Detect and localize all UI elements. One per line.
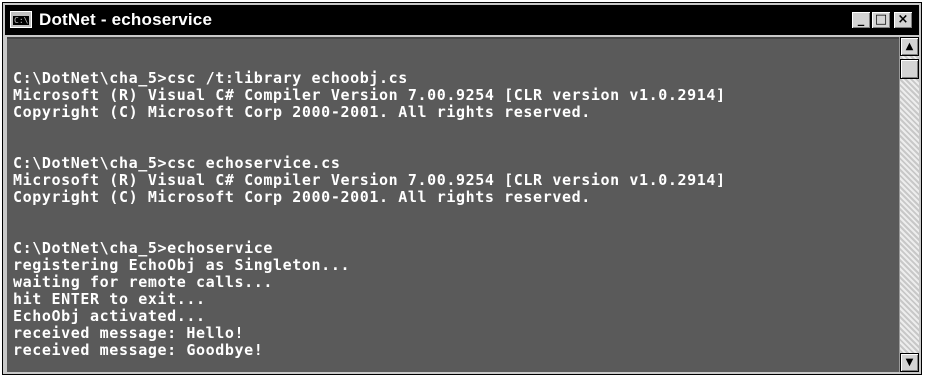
console-line: EchoObj activated... [13,307,206,325]
console-line: received message: Hello! [13,324,245,342]
close-button[interactable]: × [893,11,913,29]
vertical-scrollbar[interactable]: ▲ ▼ [899,37,919,372]
scroll-down-button[interactable]: ▼ [900,353,919,372]
console-line: waiting for remote calls... [13,273,274,291]
window-title: DotNet - echoservice [39,10,213,29]
console-line: Copyright (C) Microsoft Corp 2000-2001. … [13,188,591,206]
console-line: Copyright (C) Microsoft Corp 2000-2001. … [13,103,591,121]
console-line: C:\DotNet\cha_5>csc /t:library echoobj.c… [13,69,408,87]
title-bar[interactable]: C:\ DotNet - echoservice _ □ × [5,5,919,35]
console-output-area[interactable]: C:\DotNet\cha_5>csc /t:library echoobj.c… [7,37,899,372]
console-window: C:\ DotNet - echoservice _ □ × C:\DotNet… [2,2,922,375]
minimize-button[interactable]: _ [851,11,871,29]
scroll-up-button[interactable]: ▲ [900,37,919,56]
console-line: Microsoft (R) Visual C# Compiler Version… [13,171,726,189]
console-line: Microsoft (R) Visual C# Compiler Version… [13,86,726,104]
console-app-icon-label: C:\ [13,16,29,25]
maximize-button[interactable]: □ [871,11,891,29]
console-text: C:\DotNet\cha_5>csc /t:library echoobj.c… [13,53,726,372]
scroll-thumb[interactable] [900,59,919,79]
console-line: C:\DotNet\cha_5>csc echoservice.cs [13,154,341,172]
console-line: C:\DotNet\cha_5>echoservice [13,239,274,257]
console-line: received message: Goodbye! [13,341,264,359]
console-app-icon[interactable]: C:\ [10,11,32,28]
console-line: hit ENTER to exit... [13,290,206,308]
console-line: registering EchoObj as Singleton... [13,256,351,274]
